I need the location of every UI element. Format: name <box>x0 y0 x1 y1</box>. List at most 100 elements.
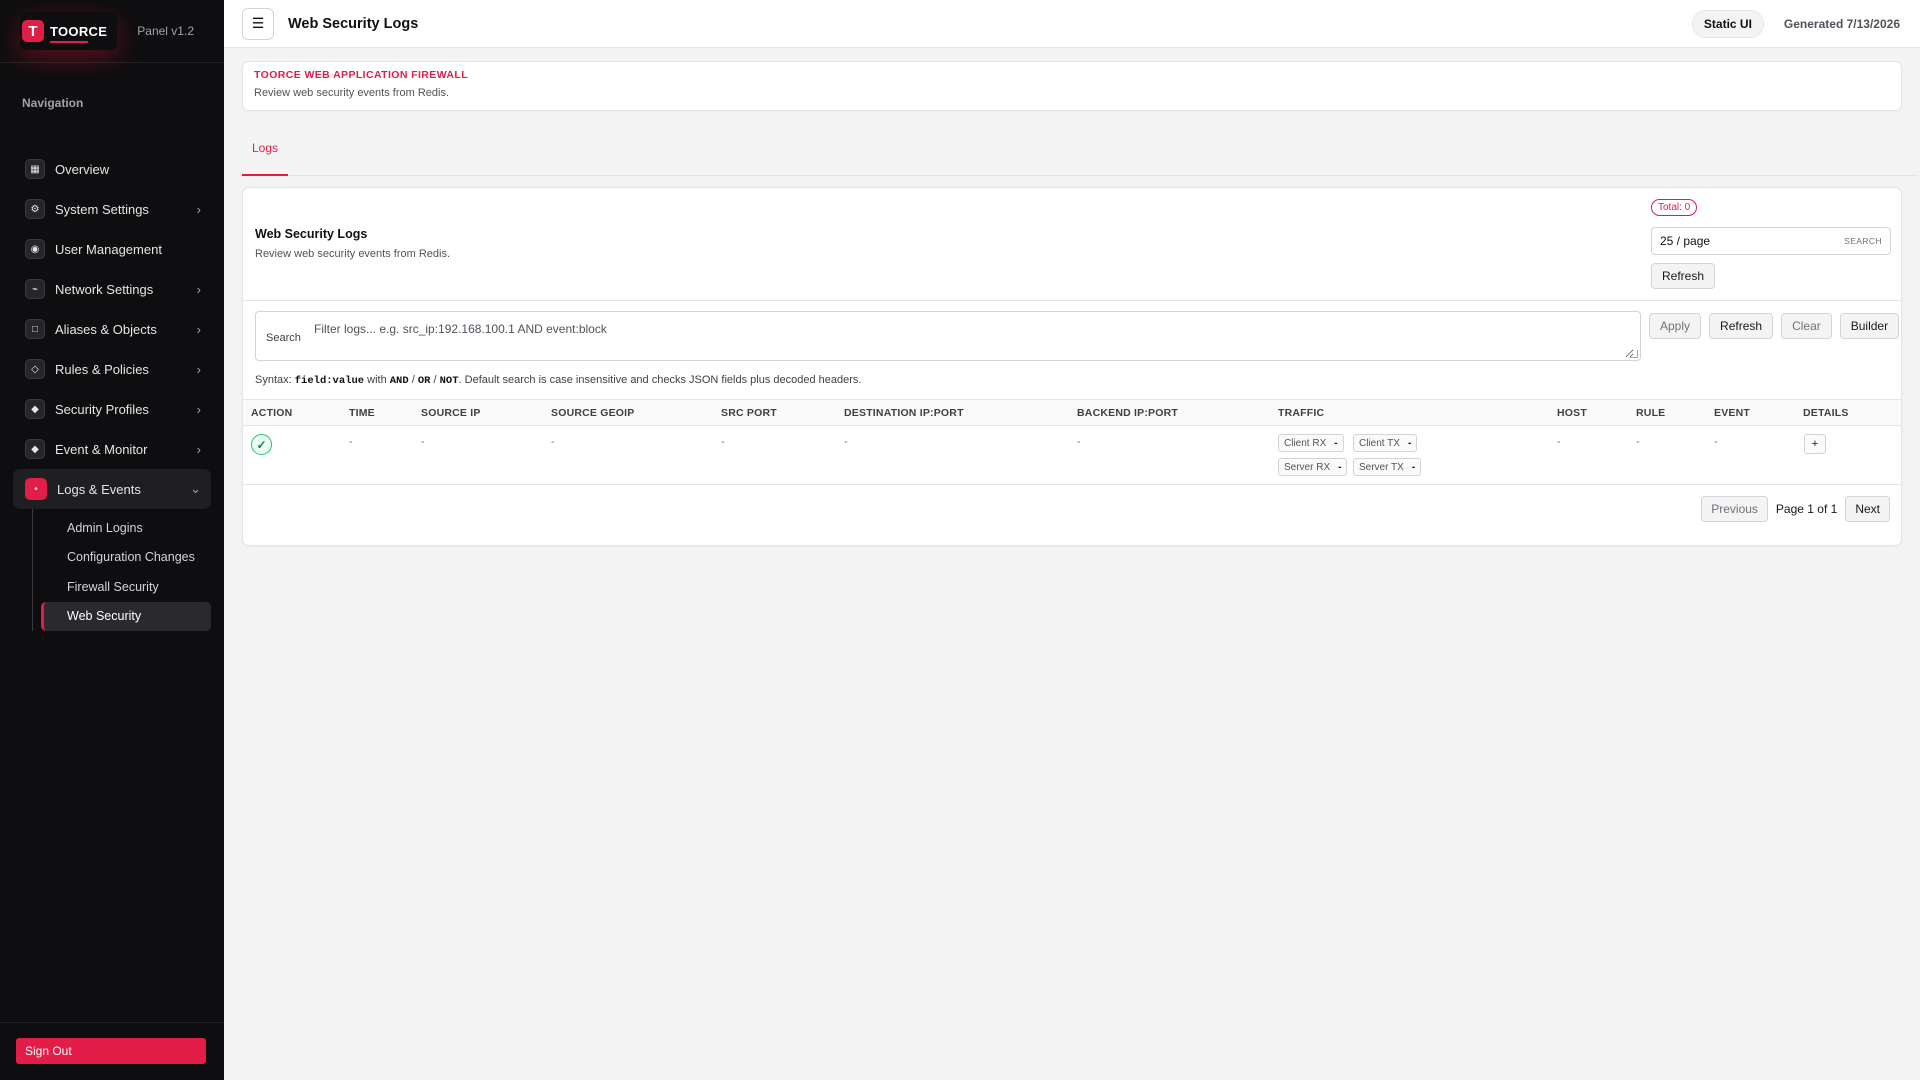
per-page-hint: SEARCH <box>1844 236 1882 246</box>
subnav-item-configuration-changes[interactable]: Configuration Changes <box>41 543 211 573</box>
sidebar-item-user-management[interactable]: ◉ User Management <box>13 229 211 269</box>
chip-label: Server TX <box>1359 461 1404 473</box>
cell-source-ip: - <box>421 436 425 448</box>
network-icon: ⌁ <box>25 279 45 299</box>
page-banner: TOORCE WEB APPLICATION FIREWALL Review w… <box>242 61 1902 111</box>
cell-source-geoip: - <box>551 436 555 448</box>
apply-button[interactable]: Apply <box>1649 313 1702 339</box>
cell-time: - <box>349 436 353 448</box>
card-header: Web Security Logs Review web security ev… <box>243 188 1901 301</box>
column-header[interactable]: HOST <box>1557 407 1587 419</box>
sidebar-item-system-settings[interactable]: ⚙ System Settings › <box>13 189 211 229</box>
sidebar: T TOORCE Panel v1.2 Navigation ▦ Overvie… <box>0 0 224 1080</box>
logs-card: Web Security Logs Review web security ev… <box>242 187 1902 546</box>
sidebar-item-label: Rules & Policies <box>55 361 149 377</box>
per-page-select[interactable]: 25 / page SEARCH <box>1651 227 1891 255</box>
sign-out-button[interactable]: Sign Out <box>16 1038 206 1064</box>
cell-src-port: - <box>721 436 725 448</box>
generated-date: Generated 7/13/2026 <box>1783 16 1900 31</box>
sidebar-item-network-settings[interactable]: ⌁ Network Settings › <box>13 269 211 309</box>
subnav-item-admin-logins[interactable]: Admin Logins <box>41 513 211 543</box>
column-header[interactable]: SOURCE GEOIP <box>551 407 635 419</box>
subnav-item-firewall-security[interactable]: Firewall Security <box>41 572 211 602</box>
static-ui-badge: Static UI <box>1691 9 1764 38</box>
hamburger-icon: ☰ <box>251 15 265 31</box>
cell-event: - <box>1714 436 1718 448</box>
syntax-rest: . Default search is case insensitive and… <box>458 374 862 386</box>
chip-value: - <box>1334 437 1338 449</box>
column-header[interactable]: ACTION <box>251 407 292 419</box>
syntax-with: with <box>364 374 390 386</box>
chevron-right-icon: › <box>196 441 201 457</box>
sidebar-item-logs-events[interactable]: • Logs & Events ⌄ <box>13 469 211 509</box>
sidebar-item-security-profiles[interactable]: ◆ Security Profiles › <box>13 389 211 429</box>
clear-button[interactable]: Clear <box>1781 313 1832 339</box>
chip-label: Server RX <box>1284 461 1331 473</box>
sidebar-item-rules-policies[interactable]: ◇ Rules & Policies › <box>13 349 211 389</box>
traffic-chip-client-tx: Client TX - <box>1353 434 1418 452</box>
menu-toggle-button[interactable]: ☰ <box>242 7 274 40</box>
chip-value: - <box>1338 461 1342 473</box>
logo-mark-icon: T <box>22 20 44 42</box>
brand-name: TOORCE <box>50 23 108 43</box>
column-header[interactable]: SRC PORT <box>721 407 777 419</box>
sidebar-nav: ▦ Overview ⚙ System Settings › ◉ User Ma… <box>0 149 224 631</box>
sidebar-item-label: Aliases & Objects <box>55 321 157 337</box>
logs-subnav: Admin Logins Configuration Changes Firew… <box>32 509 211 631</box>
previous-button[interactable]: Previous <box>1701 496 1768 522</box>
nav-heading: Navigation <box>22 96 84 110</box>
sidebar-item-label: System Settings <box>55 201 149 217</box>
resize-handle-icon[interactable] <box>1630 350 1638 358</box>
tab-logs[interactable]: Logs <box>242 121 289 176</box>
sidebar-item-aliases-objects[interactable]: □ Aliases & Objects › <box>13 309 211 349</box>
chevron-down-icon: ⌄ <box>190 481 201 496</box>
search-label: Search <box>266 332 301 344</box>
subnav-item-web-security[interactable]: Web Security <box>41 601 211 631</box>
diamond-icon: ◇ <box>25 359 45 379</box>
search-actions: Apply Refresh Clear Builder <box>1649 313 1900 339</box>
column-header[interactable]: TRAFFIC <box>1278 407 1324 419</box>
allow-check-icon: ✓ <box>251 434 272 455</box>
sidebar-item-label: User Management <box>55 241 162 257</box>
column-header[interactable]: TIME <box>349 407 375 419</box>
pagination: Previous Page 1 of 1 Next <box>1701 496 1890 522</box>
syntax-not: NOT <box>439 375 459 387</box>
refresh-button[interactable]: Refresh <box>1651 263 1715 289</box>
syntax-or: OR <box>417 375 431 387</box>
syntax-prefix: Syntax: <box>255 374 295 386</box>
chevron-right-icon: › <box>196 281 201 297</box>
sidebar-item-event-monitor[interactable]: ◆ Event & Monitor › <box>13 429 211 469</box>
banner-subtitle: Review web security events from Redis. <box>254 87 450 99</box>
traffic-chip-server-rx: Server RX - <box>1278 458 1348 476</box>
details-expand-button[interactable]: + <box>1804 434 1826 454</box>
logo[interactable]: T TOORCE <box>20 12 117 50</box>
column-header[interactable]: SOURCE IP <box>421 407 481 419</box>
column-header[interactable]: DETAILS <box>1803 407 1849 419</box>
chip-value: - <box>1407 437 1412 449</box>
chip-label: Client TX <box>1359 437 1400 449</box>
signout-area: Sign Out <box>0 1022 224 1080</box>
cell-host: - <box>1557 436 1561 448</box>
column-header[interactable]: DESTINATION IP:PORT <box>844 407 964 419</box>
column-header[interactable]: EVENT <box>1714 407 1750 419</box>
column-header[interactable]: BACKEND IP:PORT <box>1077 407 1178 419</box>
column-header[interactable]: RULE <box>1636 407 1665 419</box>
syntax-hint: Syntax: field:value with AND / OR / NOT.… <box>255 374 861 387</box>
syntax-sep: / <box>430 374 440 386</box>
search-box: Search <box>255 311 1641 361</box>
chevron-right-icon: › <box>196 321 201 337</box>
sidebar-item-label: Event & Monitor <box>55 441 148 457</box>
brand: T TOORCE Panel v1.2 <box>0 0 224 63</box>
search-input[interactable] <box>314 312 1634 358</box>
banner-title: TOORCE WEB APPLICATION FIREWALL <box>254 69 469 81</box>
per-page-value: 25 / page <box>1660 234 1711 248</box>
box-icon: □ <box>25 319 45 339</box>
total-count-badge: Total: 0 <box>1651 199 1698 216</box>
builder-button[interactable]: Builder <box>1839 313 1900 339</box>
sidebar-item-label: Security Profiles <box>55 401 149 417</box>
search-refresh-button[interactable]: Refresh <box>1709 313 1774 339</box>
table-row[interactable]: ✓ - - - - - - Client RX - Client TX - Serv… <box>243 426 1901 485</box>
sidebar-item-overview[interactable]: ▦ Overview <box>13 149 211 189</box>
next-button[interactable]: Next <box>1845 496 1890 522</box>
sidebar-item-label: Logs & Events <box>57 481 141 497</box>
